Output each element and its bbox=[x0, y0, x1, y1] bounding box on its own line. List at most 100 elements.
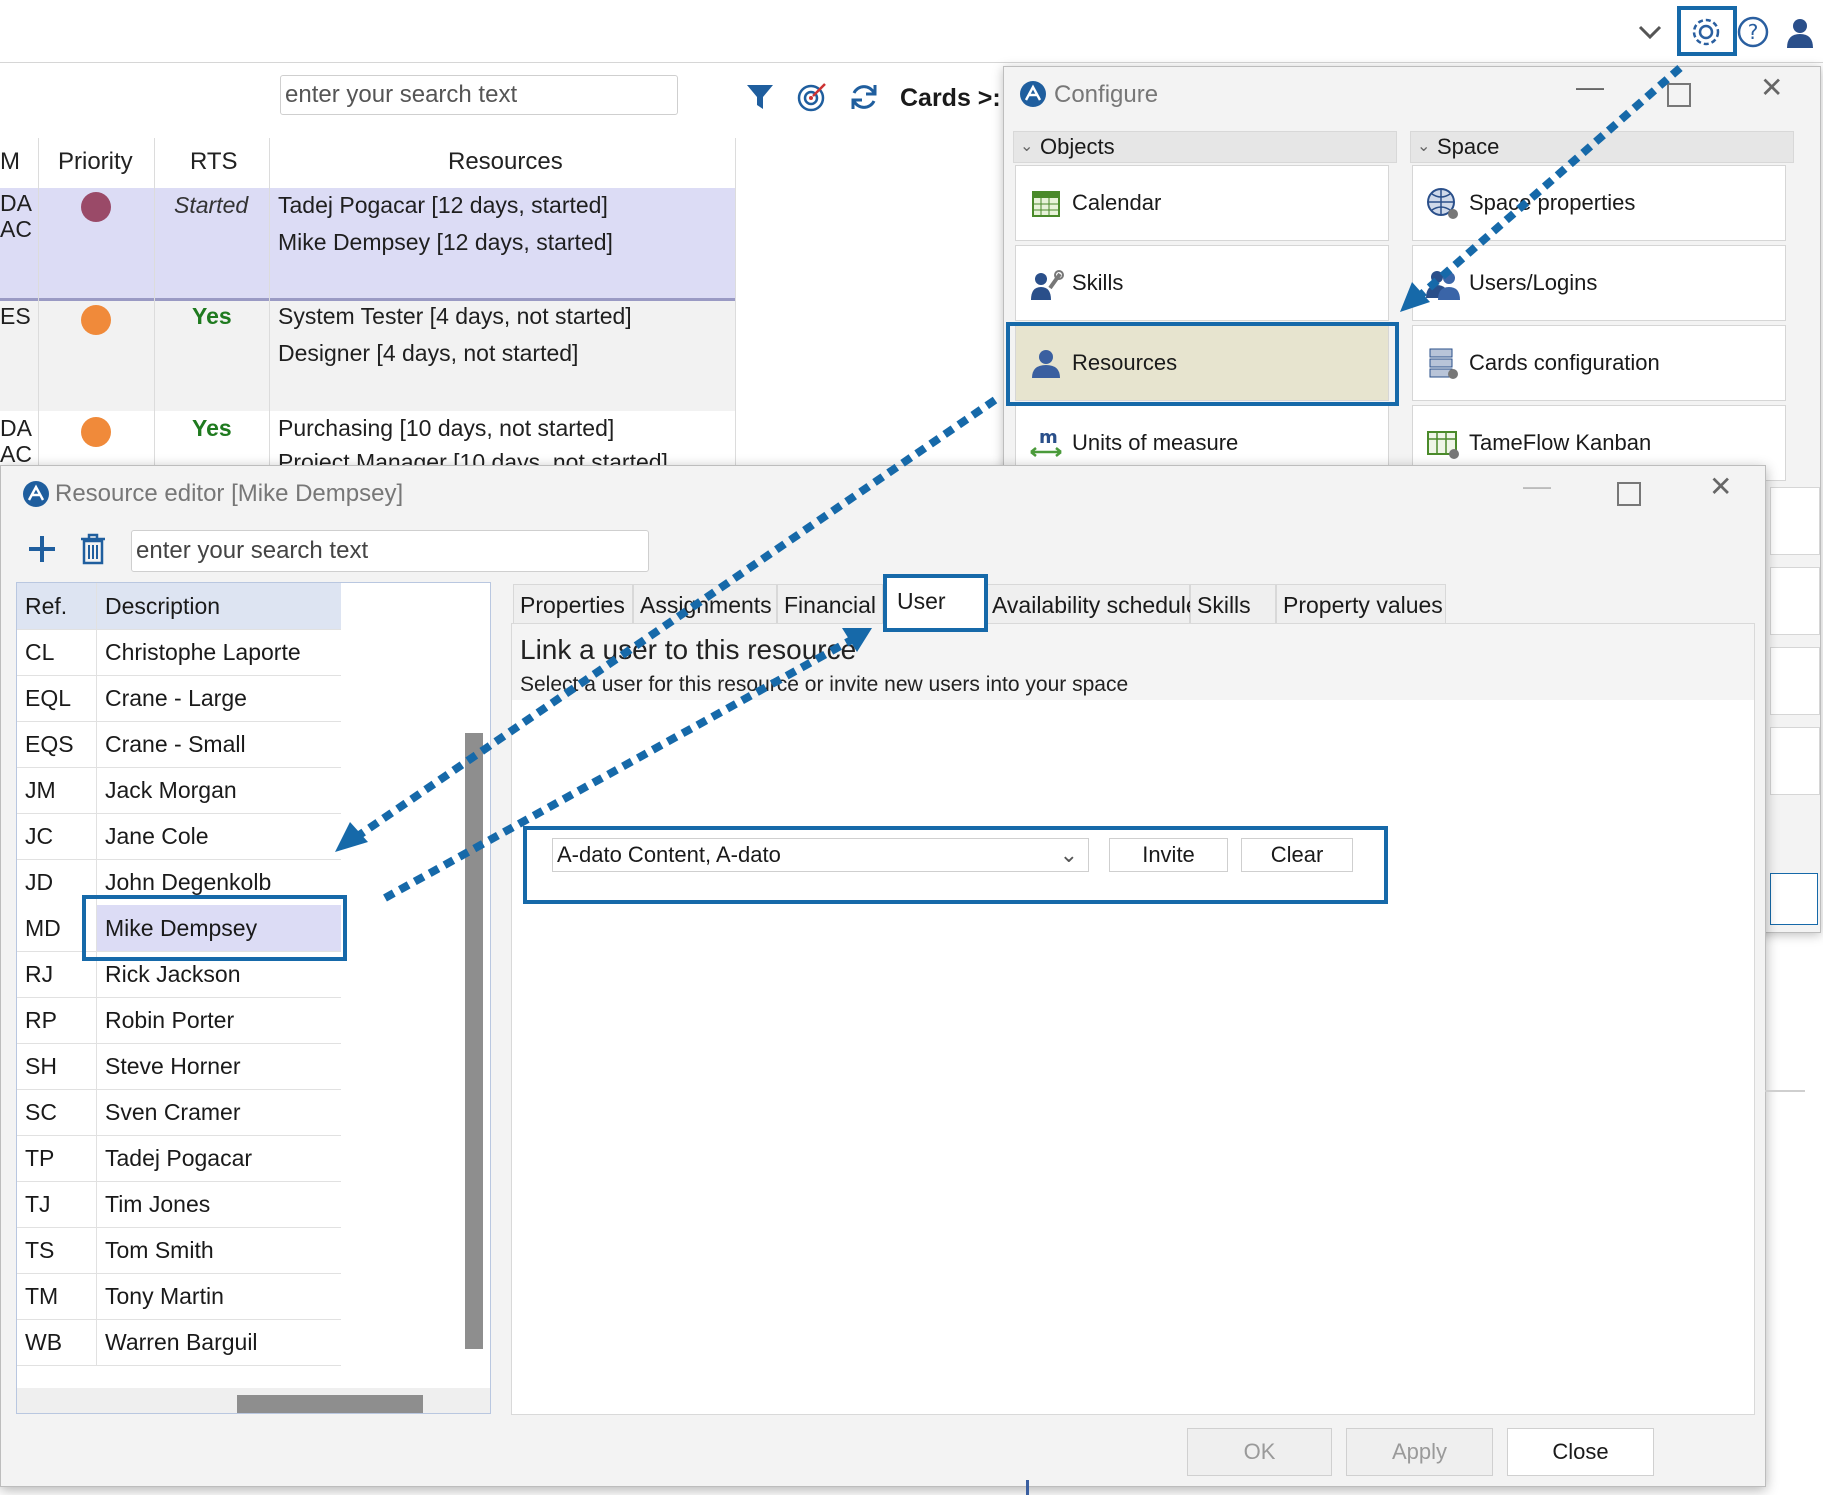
list-item[interactable]: SH Steve Horner bbox=[17, 1043, 341, 1090]
user-select-dropdown[interactable]: A-dato Content, A-dato ⌄ bbox=[552, 838, 1089, 872]
tab-assignments[interactable]: Assignments bbox=[633, 584, 777, 624]
list-item[interactable]: CL Christophe Laporte bbox=[17, 629, 341, 676]
ref-cell: JM bbox=[25, 777, 56, 803]
ref-cell: RP bbox=[25, 1007, 57, 1033]
close-icon[interactable]: ✕ bbox=[1760, 71, 1783, 104]
space-section-header[interactable]: ⌄ Space bbox=[1410, 131, 1794, 163]
list-item[interactable]: TP Tadej Pogacar bbox=[17, 1135, 341, 1182]
ref-cell: CL bbox=[25, 639, 55, 665]
list-item[interactable]: JM Jack Morgan bbox=[17, 767, 341, 814]
list-item[interactable]: TS Tom Smith bbox=[17, 1227, 341, 1274]
skills-icon bbox=[1028, 266, 1064, 302]
users-logins-item[interactable]: Users/Logins bbox=[1412, 245, 1786, 321]
column-divider bbox=[96, 813, 97, 859]
list-item[interactable]: JC Jane Cole bbox=[17, 813, 341, 860]
maximize-button[interactable] bbox=[1667, 83, 1691, 107]
column-header-rts[interactable]: RTS bbox=[190, 148, 238, 176]
ref-cell: TM bbox=[25, 1283, 59, 1309]
priority-dot bbox=[81, 417, 111, 447]
calendar-item[interactable]: Calendar bbox=[1015, 165, 1389, 241]
apply-button[interactable]: Apply bbox=[1346, 1428, 1493, 1476]
table-row[interactable]: ES Yes System Tester [4 days, not starte… bbox=[0, 301, 736, 411]
editor-search-input[interactable]: enter your search text bbox=[131, 530, 649, 572]
help-icon[interactable]: ? bbox=[1735, 14, 1771, 50]
editor-title: Resource editor [Mike Dempsey] bbox=[55, 480, 404, 507]
invite-button[interactable]: Invite bbox=[1109, 838, 1228, 872]
row-code: DA bbox=[0, 415, 32, 441]
user-tab-highlight-box: User bbox=[883, 574, 988, 632]
tab-user-label[interactable]: User bbox=[897, 588, 946, 615]
tab-availability-schedule[interactable]: Availability schedule bbox=[985, 584, 1199, 624]
column-divider bbox=[96, 675, 97, 721]
horizontal-scrollbar[interactable] bbox=[237, 1395, 423, 1413]
tab-property-values[interactable]: Property values bbox=[1276, 584, 1446, 624]
trash-icon[interactable] bbox=[77, 532, 109, 566]
column-header-resources[interactable]: Resources bbox=[448, 148, 563, 176]
column-header-m[interactable]: M bbox=[0, 148, 20, 176]
table-row[interactable]: DA AC Yes Purchasing [10 days, not start… bbox=[0, 413, 736, 475]
ok-button[interactable]: OK bbox=[1187, 1428, 1332, 1476]
tab-properties[interactable]: Properties bbox=[513, 584, 633, 624]
column-header-ref[interactable]: Ref. bbox=[25, 593, 67, 620]
cards-configuration-item[interactable]: Cards configuration bbox=[1412, 325, 1786, 401]
description-cell: Steve Horner bbox=[105, 1053, 241, 1079]
objects-section-header[interactable]: ⌄ Objects bbox=[1013, 131, 1397, 163]
refresh-icon[interactable] bbox=[847, 80, 881, 114]
filter-icon[interactable] bbox=[743, 80, 777, 114]
close-button[interactable]: Close bbox=[1507, 1428, 1654, 1476]
cards-view-label[interactable]: Cards >: bbox=[900, 84, 1001, 113]
user-tab-content bbox=[511, 623, 1755, 1415]
main-search-input[interactable]: enter your search text bbox=[280, 75, 678, 115]
column-divider bbox=[96, 1181, 97, 1227]
minimize-button[interactable]: — bbox=[1523, 470, 1551, 502]
list-item[interactable]: TJ Tim Jones bbox=[17, 1181, 341, 1228]
ref-cell: RJ bbox=[25, 961, 54, 987]
column-header-description[interactable]: Description bbox=[105, 593, 220, 620]
list-item[interactable]: WB Warren Barguil bbox=[17, 1319, 341, 1366]
item-label: TameFlow Kanban bbox=[1469, 430, 1652, 455]
list-item[interactable]: TM Tony Martin bbox=[17, 1273, 341, 1320]
column-header-priority[interactable]: Priority bbox=[58, 148, 133, 176]
column-divider bbox=[96, 629, 97, 675]
ref-cell: JC bbox=[25, 823, 54, 849]
item-label: Cards configuration bbox=[1469, 350, 1660, 375]
list-item[interactable]: EQS Crane - Small bbox=[17, 721, 341, 768]
row-code: AC bbox=[0, 216, 32, 242]
table-row[interactable]: DA AC Started Tadej Pogacar [12 days, st… bbox=[0, 188, 736, 301]
row-code: DA bbox=[0, 190, 32, 216]
column-divider bbox=[96, 1043, 97, 1089]
units-of-measure-icon: m bbox=[1028, 426, 1064, 462]
top-toolbar: ? bbox=[0, 0, 1823, 63]
tab-skills[interactable]: Skills bbox=[1190, 584, 1276, 624]
list-header: Ref. Description bbox=[17, 583, 341, 630]
clear-button[interactable]: Clear bbox=[1241, 838, 1353, 872]
vertical-scrollbar[interactable] bbox=[465, 733, 483, 1349]
tab-financial[interactable]: Financial bbox=[777, 584, 883, 624]
globe-icon bbox=[1425, 186, 1461, 222]
skills-item[interactable]: Skills bbox=[1015, 245, 1389, 321]
list-item[interactable]: EQL Crane - Large bbox=[17, 675, 341, 722]
svg-text:?: ? bbox=[1748, 20, 1759, 44]
cards-configuration-icon bbox=[1425, 346, 1461, 382]
kanban-board-icon bbox=[1425, 426, 1461, 462]
chevron-down-icon[interactable] bbox=[1632, 14, 1668, 50]
chevron-down-icon: ⌄ bbox=[1020, 138, 1034, 155]
section-label: Objects bbox=[1040, 134, 1115, 159]
svg-text:m: m bbox=[1039, 427, 1058, 448]
add-icon[interactable] bbox=[25, 532, 59, 566]
resource-assignment: Designer [4 days, not started] bbox=[278, 340, 579, 366]
close-icon[interactable]: ✕ bbox=[1709, 470, 1732, 503]
list-item[interactable]: SC Sven Cramer bbox=[17, 1089, 341, 1136]
target-icon[interactable] bbox=[795, 80, 829, 114]
user-profile-icon[interactable] bbox=[1782, 14, 1818, 50]
list-item[interactable]: RP Robin Porter bbox=[17, 997, 341, 1044]
description-cell: Tom Smith bbox=[105, 1237, 214, 1263]
column-divider bbox=[96, 1273, 97, 1319]
space-properties-item[interactable]: Space properties bbox=[1412, 165, 1786, 241]
item-label: Units of measure bbox=[1072, 430, 1239, 455]
maximize-button[interactable] bbox=[1617, 482, 1641, 506]
config-item-hidden bbox=[1770, 567, 1820, 635]
rts-value: Yes bbox=[192, 415, 232, 441]
description-cell: Crane - Large bbox=[105, 685, 247, 711]
minimize-button[interactable]: — bbox=[1576, 71, 1604, 103]
